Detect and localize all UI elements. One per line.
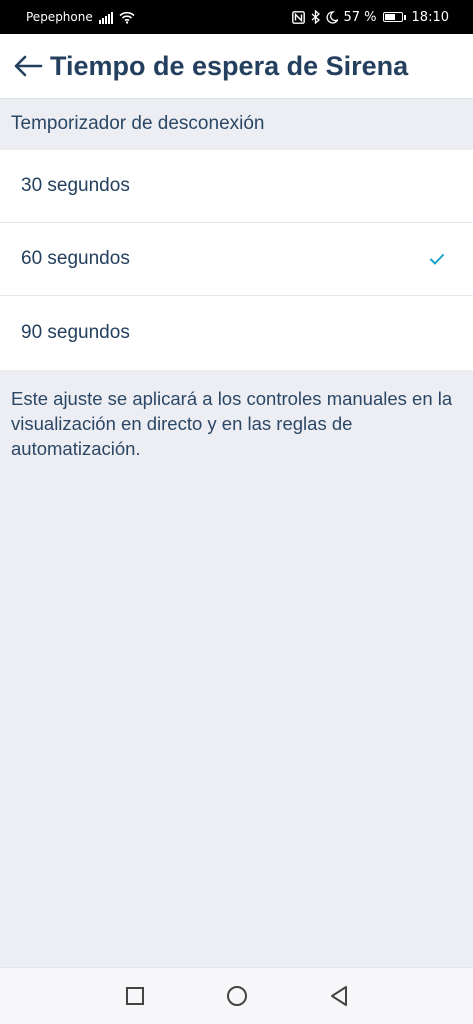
status-left: Pepephone <box>26 10 135 24</box>
app-header: Tiempo de espera de Sirena <box>0 34 473 99</box>
signal-icon <box>98 11 113 24</box>
checkmark-icon <box>430 254 444 265</box>
option-30-seconds[interactable]: 30 segundos <box>0 150 473 223</box>
circle-home-icon <box>226 986 247 1006</box>
carrier-label: Pepephone <box>26 10 93 24</box>
battery-icon <box>382 12 406 22</box>
square-recents-icon <box>125 987 144 1005</box>
option-label: 30 segundos <box>21 175 130 196</box>
triangle-back-icon <box>330 986 347 1006</box>
home-button[interactable] <box>225 984 249 1008</box>
battery-percent: 57 % <box>343 9 377 25</box>
recents-button[interactable] <box>123 984 147 1008</box>
bluetooth-icon <box>311 10 320 24</box>
status-right: 57 % 18:10 <box>291 9 449 25</box>
nfc-icon <box>291 10 305 24</box>
back-button[interactable] <box>6 44 50 88</box>
page-title: Tiempo de espera de Sirena <box>50 50 409 81</box>
arrow-left-icon <box>14 55 43 77</box>
info-note: Este ajuste se aplicará a los controles … <box>11 388 453 459</box>
nav-back-button[interactable] <box>327 984 351 1008</box>
section-header: Temporizador de desconexión <box>11 113 265 134</box>
system-nav-bar <box>0 967 473 1024</box>
clock-time: 18:10 <box>411 9 449 25</box>
moon-icon <box>325 10 338 24</box>
option-90-seconds[interactable]: 90 segundos <box>0 296 473 370</box>
options-list: 30 segundos 60 segundos 90 segundos <box>0 150 473 370</box>
option-label: 90 segundos <box>21 322 130 343</box>
option-label: 60 segundos <box>21 248 130 269</box>
option-60-seconds[interactable]: 60 segundos <box>0 223 473 296</box>
wifi-icon <box>119 11 135 24</box>
status-bar: Pepephone 57 % 18:10 <box>0 0 473 34</box>
